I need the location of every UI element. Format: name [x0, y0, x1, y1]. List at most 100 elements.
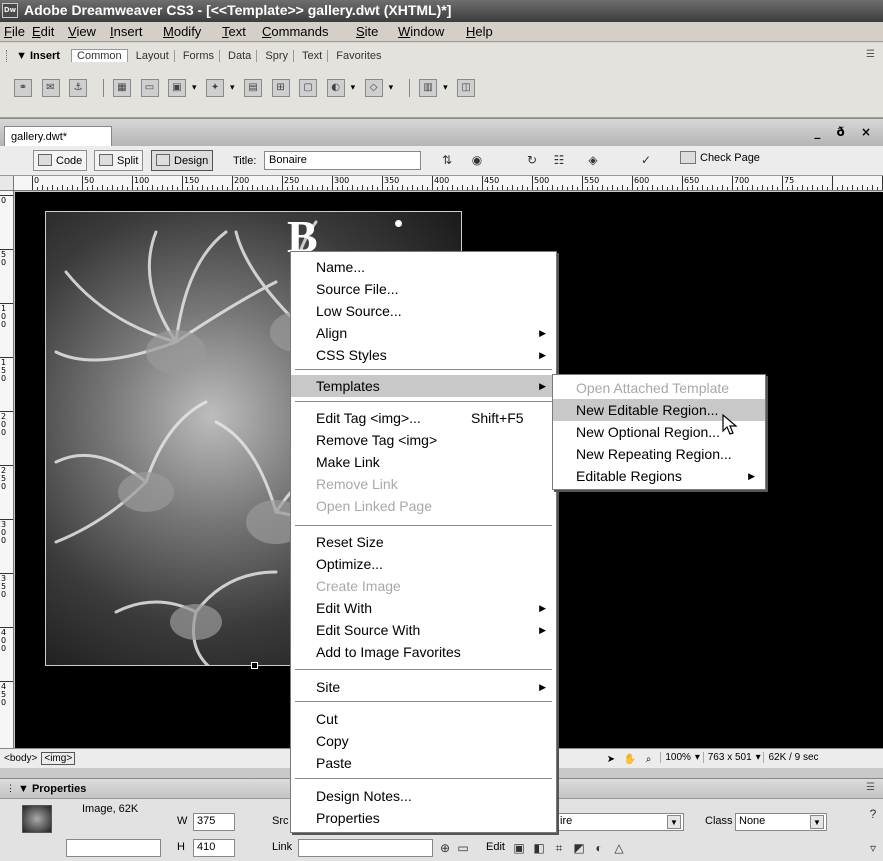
alt-select[interactable]: ire ▼ — [556, 813, 684, 831]
preview-browser-icon[interactable]: ◉ — [468, 153, 486, 169]
menu-help[interactable]: Help — [466, 24, 493, 39]
menu-commands[interactable]: Commands — [262, 24, 328, 39]
panel-grip[interactable]: ⋮ — [6, 783, 15, 794]
tag-img[interactable]: <img> — [41, 752, 76, 765]
design-view-button[interactable]: Design — [151, 150, 214, 171]
hand-tool-icon[interactable]: ✋ — [623, 754, 637, 766]
menu-edit[interactable]: Edit — [32, 24, 54, 39]
document-tab[interactable]: gallery.dwt* — [4, 126, 112, 147]
menu-item-paste[interactable]: Paste — [291, 752, 556, 774]
point-to-file-icon[interactable]: ⊕ — [438, 841, 452, 855]
script-icon[interactable]: ◇ — [364, 79, 383, 97]
submenu-item-editable-regions[interactable]: Editable Regions ▶ — [553, 465, 765, 487]
validate-markup-icon[interactable]: ✓ — [637, 153, 655, 169]
menu-item-make-link[interactable]: Make Link — [291, 451, 556, 473]
select-tool-icon[interactable]: ➤ — [604, 754, 618, 766]
view-options-icon[interactable]: ☷ — [550, 153, 568, 169]
chevron-down-icon[interactable]: ▾ — [443, 83, 448, 93]
email-link-icon[interactable]: ✉ — [41, 79, 60, 97]
chevron-down-icon[interactable]: ▾ — [230, 83, 235, 93]
chevron-down-icon[interactable]: ▾ — [351, 83, 356, 93]
split-view-button[interactable]: Split — [94, 150, 144, 171]
document-window-controls[interactable]: _ ð × — [814, 125, 877, 139]
templates-icon[interactable]: ▥ — [419, 79, 438, 97]
chevron-down-icon[interactable]: ▼ — [667, 815, 681, 829]
vertical-ruler[interactable]: 0 50 100 150 200 250 300 350 400 450 — [0, 191, 14, 748]
properties-title[interactable]: ▼ Properties — [18, 783, 86, 795]
crop-icon[interactable]: ⌗ — [552, 841, 566, 855]
head-icon[interactable]: ◐ — [326, 79, 345, 97]
table-icon[interactable]: ▦ — [113, 79, 131, 97]
title-input[interactable]: Bonaire — [264, 151, 421, 170]
menu-item-templates[interactable]: Templates ▶ — [291, 375, 556, 397]
panel-grip[interactable] — [6, 50, 10, 63]
menu-file[interactable]: File — [4, 24, 25, 39]
menu-item-design-notes[interactable]: Design Notes... — [291, 785, 556, 807]
fireworks-edit-icon[interactable]: ▣ — [512, 841, 526, 855]
tab-favorites[interactable]: Favorites — [331, 50, 386, 62]
menu-item-low-source[interactable]: Low Source... — [291, 300, 556, 322]
menu-view[interactable]: View — [68, 24, 96, 39]
chevron-down-icon[interactable]: ▾ — [192, 83, 197, 93]
sharpen-icon[interactable]: △ — [612, 841, 626, 855]
menu-item-name[interactable]: Name... — [291, 256, 556, 278]
tab-common[interactable]: Common — [71, 49, 128, 62]
menu-item-edit-tag-img[interactable]: Edit Tag <img>... Shift+F5 — [291, 407, 556, 429]
refresh-icon[interactable]: ↻ — [523, 153, 541, 169]
image-name-field[interactable] — [66, 839, 161, 857]
visual-aids-icon[interactable]: ◈ — [584, 153, 602, 169]
menu-text[interactable]: Text — [222, 24, 246, 39]
menu-item-remove-tag-img[interactable]: Remove Tag <img> — [291, 429, 556, 451]
chevron-down-icon[interactable]: ▾ — [389, 83, 394, 93]
help-icon[interactable]: ? — [866, 807, 880, 821]
server-side-include-icon[interactable]: ⊞ — [271, 79, 290, 97]
chevron-down-icon[interactable]: ▼ — [810, 815, 824, 829]
menu-item-css-styles[interactable]: CSS Styles ▶ — [291, 344, 556, 366]
panel-options-icon[interactable]: ☰ — [866, 782, 875, 793]
chevron-down-icon[interactable]: ▾ — [756, 752, 761, 763]
menu-site[interactable]: Site — [356, 24, 378, 39]
width-field[interactable]: 375 — [193, 813, 235, 831]
menu-item-cut[interactable]: Cut — [291, 708, 556, 730]
tab-layout[interactable]: Layout — [131, 50, 175, 62]
check-page-button[interactable]: Check Page — [680, 151, 760, 164]
menu-item-reset-size[interactable]: Reset Size — [291, 531, 556, 553]
height-field[interactable]: 410 — [193, 839, 235, 857]
link-field[interactable] — [298, 839, 433, 857]
menu-insert[interactable]: Insert — [110, 24, 143, 39]
code-view-button[interactable]: Code — [33, 150, 88, 171]
date-icon[interactable]: ▤ — [244, 79, 263, 97]
media-icon[interactable]: ✦ — [206, 79, 225, 97]
images-icon[interactable]: ▣ — [168, 79, 186, 97]
window-size[interactable]: 763 x 501 — [702, 752, 756, 763]
menu-item-edit-with[interactable]: Edit With ▶ — [291, 597, 556, 619]
named-anchor-icon[interactable]: ⚓ — [69, 79, 87, 97]
menu-item-align[interactable]: Align ▶ — [291, 322, 556, 344]
resample-icon[interactable]: ◩ — [572, 841, 586, 855]
menu-item-copy[interactable]: Copy — [291, 730, 556, 752]
menu-window[interactable]: Window — [398, 24, 444, 39]
menu-modify[interactable]: Modify — [163, 24, 201, 39]
horizontal-ruler[interactable]: 0 50 100 150 200 250 300 350 400 450 500 550 600 650 7… — [14, 176, 883, 191]
menu-item-optimize[interactable]: Optimize... — [291, 553, 556, 575]
menu-item-add-to-image-favorites[interactable]: Add to Image Favorites — [291, 641, 556, 663]
menu-item-source-file[interactable]: Source File... — [291, 278, 556, 300]
resize-handle[interactable] — [251, 662, 258, 669]
tag-body[interactable]: <body> — [4, 753, 37, 764]
zoom-level[interactable]: 100% — [660, 752, 695, 763]
div-icon[interactable]: ▭ — [140, 79, 159, 97]
brightness-contrast-icon[interactable]: ◐ — [592, 841, 606, 855]
optimize-icon[interactable]: ◧ — [532, 841, 546, 855]
ruler-corner[interactable] — [0, 176, 14, 191]
menu-item-properties[interactable]: Properties — [291, 807, 556, 829]
folder-icon[interactable]: ▭ — [456, 841, 470, 855]
tag-chooser-icon[interactable]: ◫ — [457, 79, 476, 97]
menu-item-site[interactable]: Site ▶ — [291, 676, 556, 698]
hyperlink-icon[interactable]: ⚭ — [14, 79, 32, 97]
file-management-icon[interactable]: ⇅ — [438, 153, 456, 169]
expand-icon[interactable]: ▿ — [866, 841, 880, 855]
submenu-item-new-repeating-region[interactable]: New Repeating Region... — [553, 443, 765, 465]
tab-forms[interactable]: Forms — [178, 50, 220, 62]
zoom-tool-icon[interactable]: ⌕ — [642, 754, 656, 766]
tab-data[interactable]: Data — [223, 50, 258, 62]
